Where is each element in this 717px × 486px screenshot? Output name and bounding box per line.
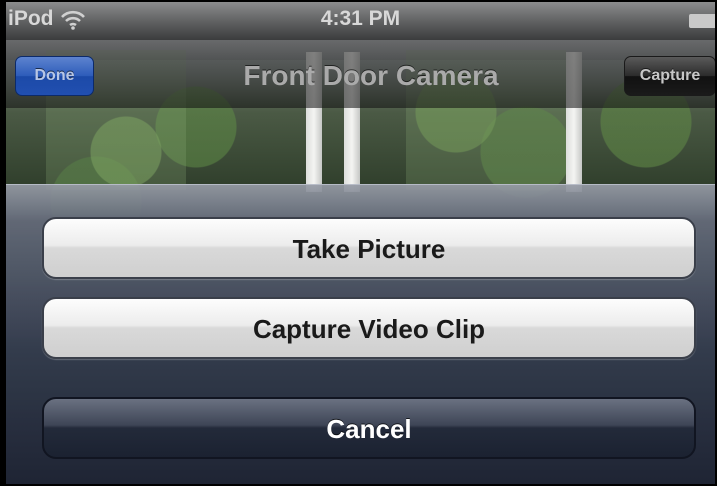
screen: iPod 4:31 PM Front Door Camera Done Capt… <box>6 2 715 484</box>
status-time: 4:31 PM <box>320 7 401 30</box>
cancel-button[interactable]: Cancel <box>42 397 696 459</box>
capture-button[interactable]: Capture <box>624 56 715 96</box>
action-sheet: Take Picture Capture Video Clip Cancel <box>6 184 715 484</box>
navigation-bar: Front Door Camera <box>6 40 715 108</box>
capture-video-clip-button[interactable]: Capture Video Clip <box>42 297 696 359</box>
device-frame: iPod 4:31 PM Front Door Camera Done Capt… <box>0 0 717 486</box>
battery-icon <box>689 14 715 28</box>
status-bar: iPod 4:31 PM <box>6 2 715 40</box>
page-title: Front Door Camera <box>243 60 499 91</box>
done-button[interactable]: Done <box>15 56 94 96</box>
take-picture-button[interactable]: Take Picture <box>42 217 696 279</box>
